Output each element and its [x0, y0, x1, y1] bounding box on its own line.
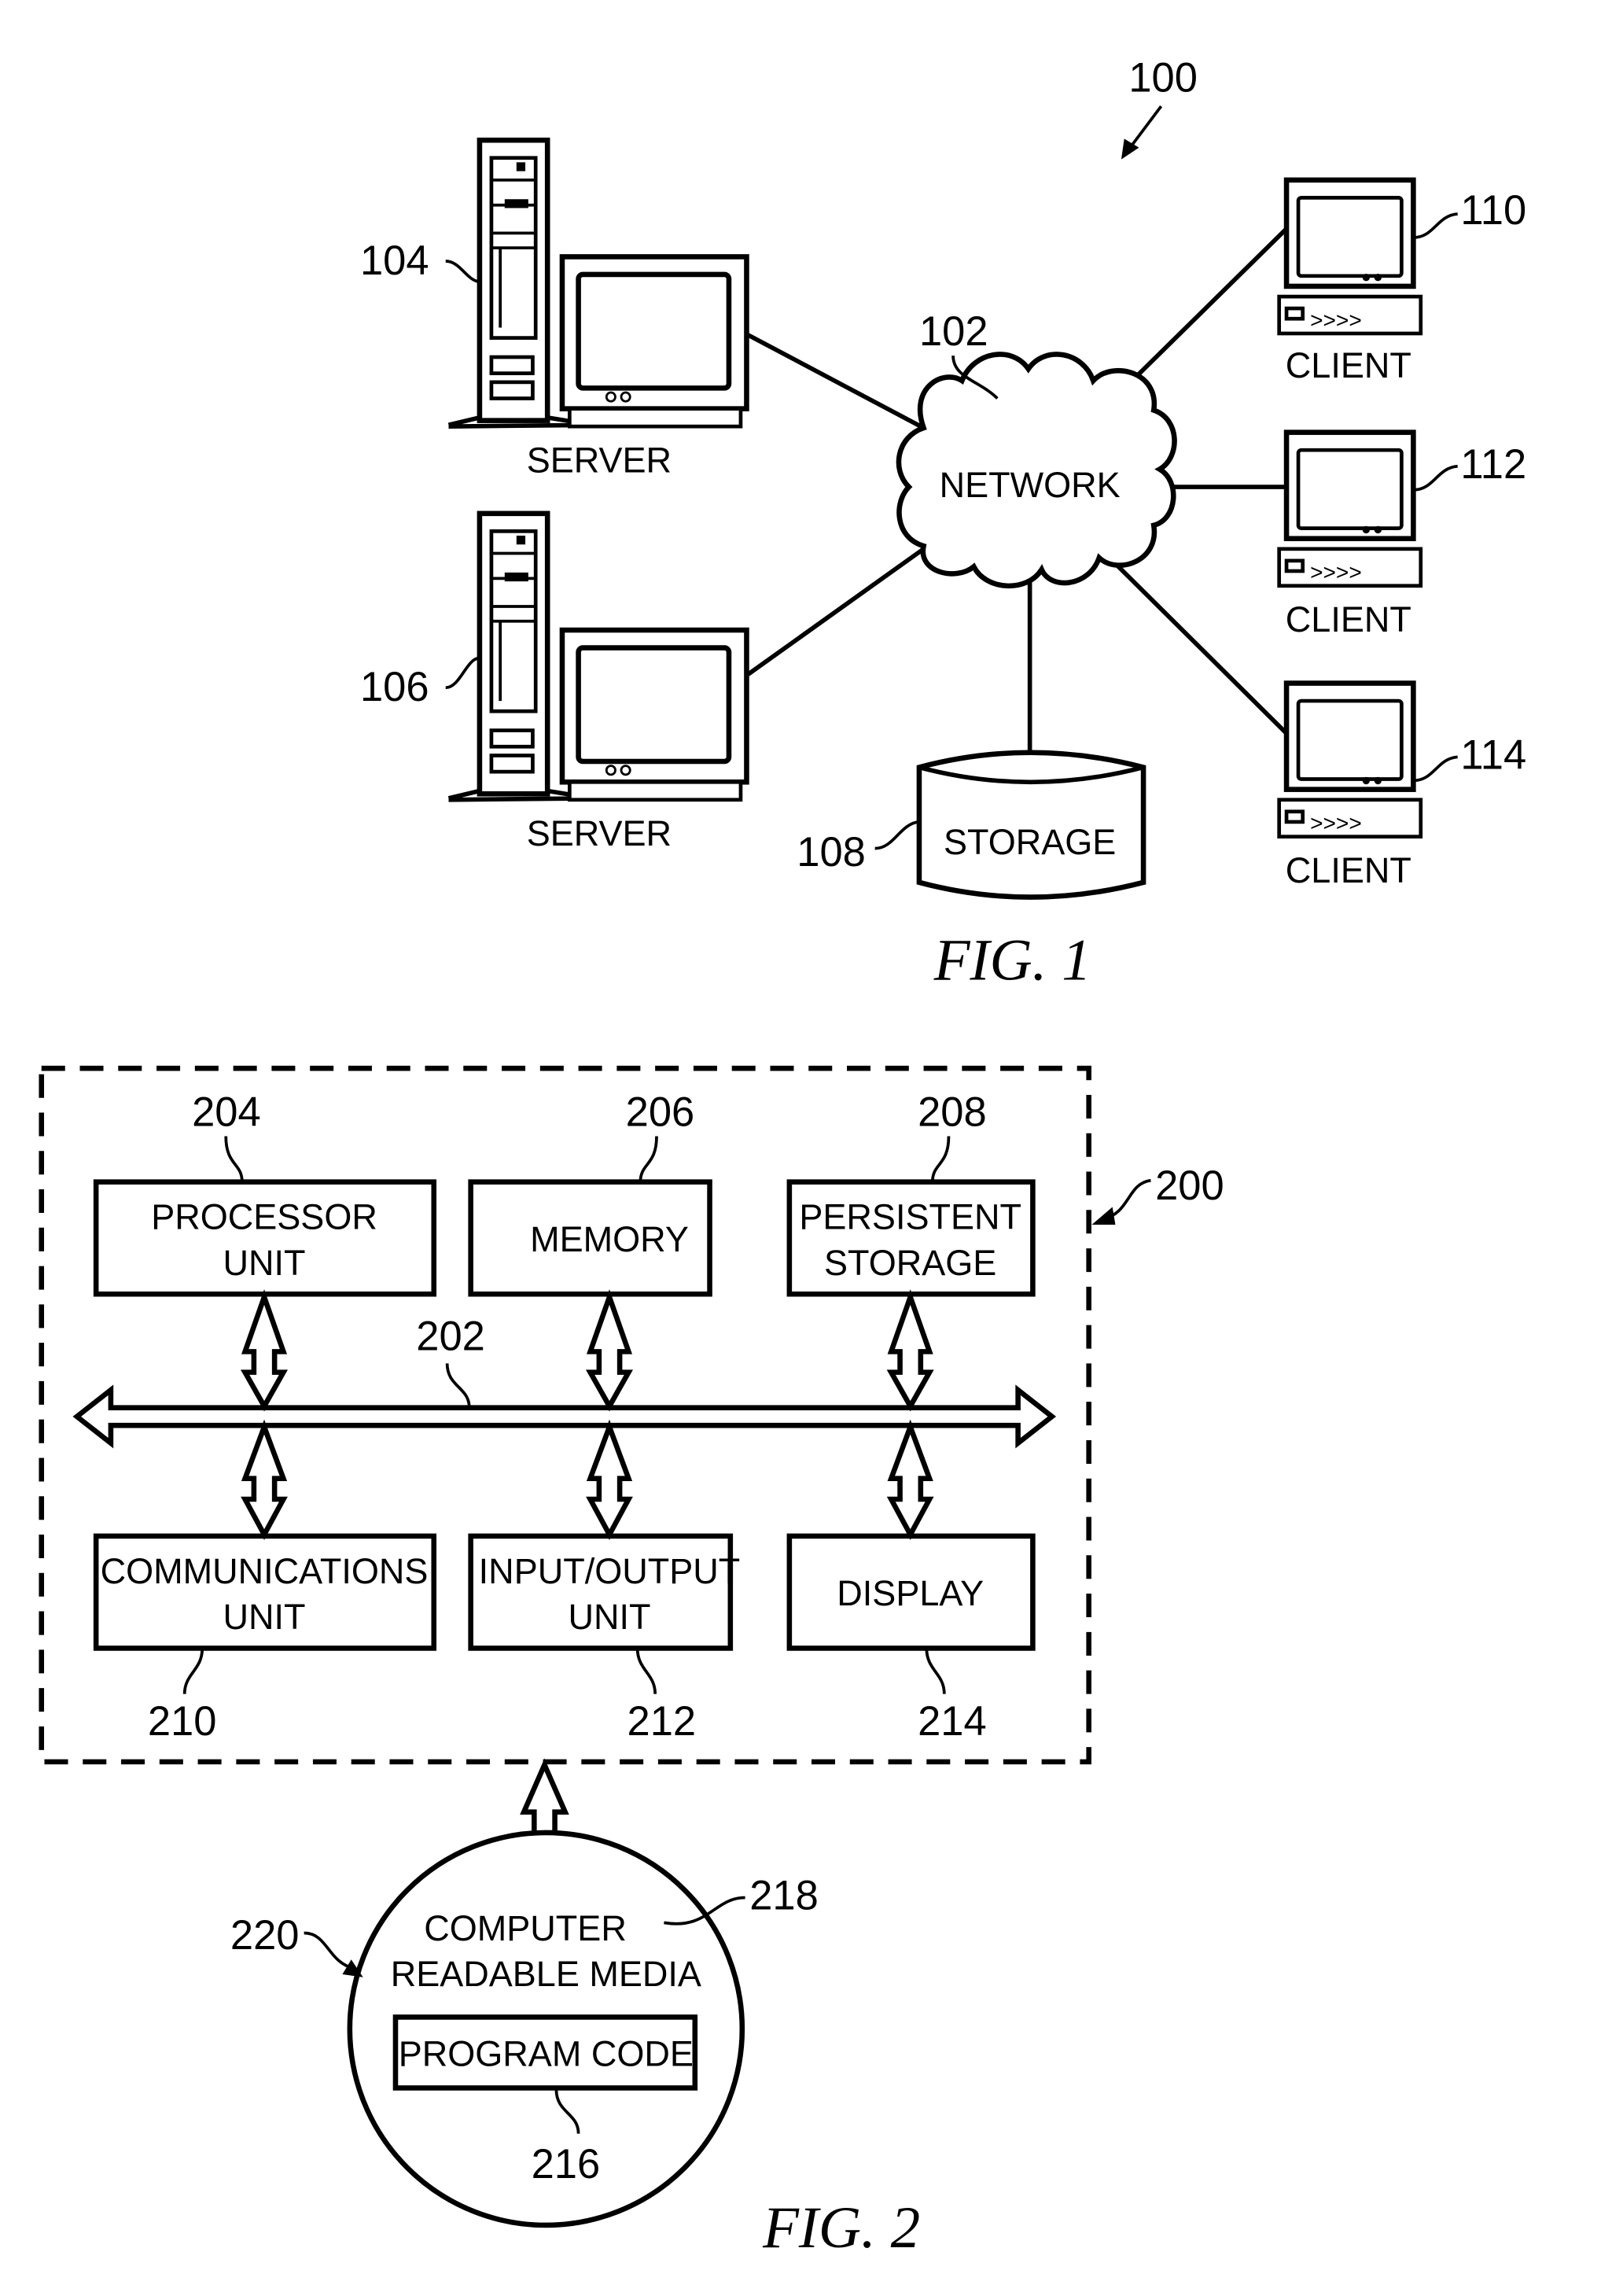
- ref-212-leader: [635, 1648, 657, 1694]
- program-code-216[interactable]: PROGRAM CODE: [392, 2014, 698, 2091]
- client-110[interactable]: >>>> CLIENT 110: [1277, 177, 1526, 385]
- ref-108: 108: [797, 829, 866, 875]
- ref-110: 110: [1460, 187, 1526, 234]
- ref-112: 112: [1460, 441, 1526, 488]
- unit-label-line2: UNIT: [568, 1597, 650, 1637]
- client-112[interactable]: >>>> CLIENT 112: [1277, 429, 1526, 639]
- ref-214: 214: [918, 1698, 987, 1745]
- unit-label-line1: INPUT/OUTPUT: [479, 1551, 741, 1591]
- monitor-icon: [559, 627, 749, 802]
- ref-208: 208: [918, 1089, 987, 1135]
- client-114[interactable]: >>>> CLIENT 114: [1277, 680, 1526, 890]
- svg-text:>>>>: >>>>: [1310, 560, 1362, 584]
- ref-106: 106: [360, 664, 429, 710]
- fig2: 200 202 PROCESSOR UNIT 204 MEMORY 206 PE…: [39, 1065, 1224, 2261]
- ref-104: 104: [360, 238, 429, 284]
- processor-unit-204[interactable]: PROCESSOR UNIT 204: [93, 1089, 437, 1297]
- connector-arrow: [241, 1289, 289, 1412]
- ref-216: 216: [532, 2141, 601, 2187]
- ref-104-leader: [445, 260, 480, 284]
- link-server-106: [746, 547, 926, 676]
- ref-204-leader: [224, 1136, 244, 1182]
- ref-100: 100: [1128, 54, 1198, 101]
- program-code-label: PROGRAM CODE: [399, 2033, 694, 2073]
- ref-100-leader: [1128, 105, 1163, 149]
- computer-readable-media-218[interactable]: COMPUTER READABLE MEDIA PROGRAM CODE 216…: [347, 1830, 819, 2228]
- unit-label-line1: PROCESSOR: [151, 1197, 377, 1237]
- connector-arrow: [586, 1419, 633, 1540]
- unit-label-line1: PERSISTENT: [799, 1197, 1021, 1237]
- persistent-storage-208[interactable]: PERSISTENT STORAGE 208: [786, 1089, 1036, 1297]
- connector-arrow: [585, 1289, 634, 1412]
- ref-210-leader: [182, 1648, 204, 1694]
- server-104[interactable]: SERVER 104: [360, 137, 749, 480]
- ref-202-leader: [445, 1363, 471, 1408]
- network-cloud: NETWORK 102: [896, 308, 1177, 589]
- unit-label-line2: UNIT: [223, 1597, 306, 1637]
- server-label: SERVER: [527, 813, 672, 853]
- communications-unit-210[interactable]: COMMUNICATIONS UNIT 210: [93, 1533, 437, 1745]
- server-label: SERVER: [527, 440, 672, 480]
- server-106[interactable]: SERVER 106: [360, 510, 749, 853]
- ref-102: 102: [919, 308, 988, 355]
- client-label: CLIENT: [1286, 345, 1411, 385]
- monitor-icon: [559, 254, 749, 429]
- link-client-114: [1106, 555, 1289, 735]
- media-label-line1: COMPUTER: [424, 1908, 627, 1948]
- fig1: 100 NETWORK 102 SERVER 104 SERVER 106 ST…: [360, 54, 1526, 993]
- client-label: CLIENT: [1286, 599, 1411, 639]
- ref-210: 210: [148, 1698, 217, 1745]
- ref-214-leader: [925, 1648, 946, 1694]
- client-label: CLIENT: [1286, 850, 1411, 890]
- ref-200-arrowhead: [1091, 1207, 1116, 1225]
- storage-label: STORAGE: [944, 822, 1116, 862]
- ref-200: 200: [1155, 1163, 1224, 1209]
- ref-208-leader: [930, 1136, 951, 1182]
- unit-label-line1: COMMUNICATIONS: [101, 1551, 429, 1591]
- ref-112-leader: [1413, 464, 1458, 492]
- connector-arrow: [886, 1289, 934, 1412]
- memory-206[interactable]: MEMORY 206: [468, 1089, 712, 1297]
- ref-108-leader: [874, 820, 920, 850]
- storage-108[interactable]: STORAGE 108: [797, 750, 1146, 900]
- ref-206-leader: [639, 1136, 658, 1182]
- ref-100-arrowhead: [1121, 138, 1139, 160]
- ref-220: 220: [230, 1912, 300, 1959]
- client-computer-icon: >>>>: [1277, 680, 1423, 839]
- ref-206: 206: [626, 1089, 695, 1135]
- ref-218: 218: [749, 1872, 819, 1918]
- link-server-104: [747, 333, 925, 430]
- ref-220-leader: [304, 1931, 355, 1970]
- client-computer-icon: >>>>: [1277, 429, 1423, 588]
- unit-label-line2: UNIT: [223, 1243, 306, 1283]
- connector-arrow: [886, 1419, 934, 1540]
- patent-drawing-sheet: 100 NETWORK 102 SERVER 104 SERVER 106 ST…: [39, 54, 1526, 2261]
- client-computer-icon: >>>>: [1277, 177, 1423, 336]
- media-label-line2: READABLE MEDIA: [391, 1954, 701, 1994]
- unit-label-line2: STORAGE: [824, 1243, 996, 1283]
- input-output-unit-212[interactable]: INPUT/OUTPUT UNIT 212: [468, 1533, 741, 1745]
- ref-212: 212: [627, 1698, 697, 1745]
- fig2-caption: FIG. 2: [762, 2195, 920, 2261]
- network-label: NETWORK: [940, 465, 1121, 505]
- fig1-caption: FIG. 1: [933, 928, 1091, 993]
- ref-110-leader: [1413, 212, 1458, 239]
- unit-label-line1: DISPLAY: [837, 1573, 984, 1613]
- display-214[interactable]: DISPLAY 214: [786, 1533, 1036, 1745]
- svg-text:>>>>: >>>>: [1310, 811, 1362, 835]
- connector-arrow: [241, 1419, 288, 1540]
- ref-204: 204: [192, 1089, 261, 1135]
- ref-202: 202: [416, 1314, 485, 1360]
- ref-114-leader: [1413, 755, 1458, 783]
- unit-label-line1: MEMORY: [530, 1219, 689, 1259]
- svg-text:>>>>: >>>>: [1310, 308, 1362, 332]
- ref-106-leader: [445, 656, 480, 690]
- ref-114: 114: [1460, 732, 1526, 778]
